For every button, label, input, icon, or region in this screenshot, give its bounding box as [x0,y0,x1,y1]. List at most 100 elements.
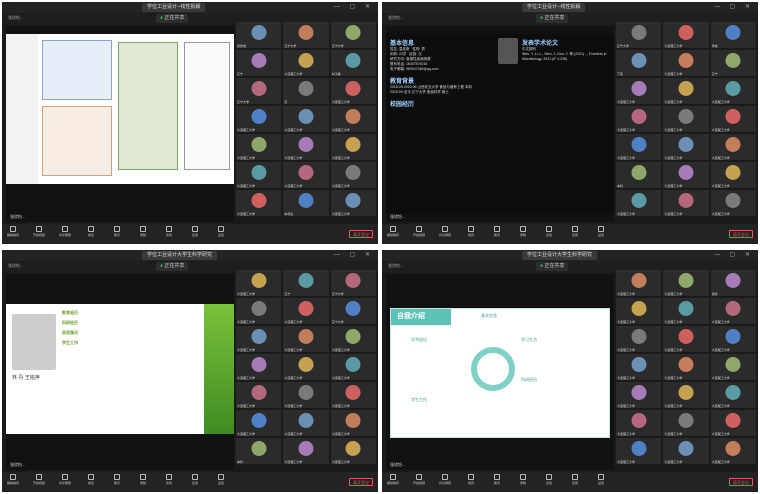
share-status[interactable]: ● 正在共享 [536,14,569,23]
toolbar-button[interactable]: 应用 [188,474,202,485]
participant-tile[interactable]: 大连理工大学 [616,106,662,132]
participant-tile[interactable]: 辽宁 [710,50,756,76]
toolbar-button[interactable]: 成员 [464,226,478,237]
toolbar-button[interactable]: 表情 [542,226,556,237]
participant-tile[interactable]: 大连理工大学 [663,382,709,408]
participant-tile[interactable]: 大连理工大学 [663,134,709,160]
toolbar-button[interactable]: 开启视频 [32,226,46,237]
participant-tile[interactable]: 丁佳 [616,50,662,76]
toolbar-button[interactable]: 设置 [594,474,608,485]
participant-tile[interactable]: 大连理工大学 [330,106,376,132]
participant-tile[interactable]: 大连理工大学 [710,410,756,436]
participant-tile[interactable]: 大连理工大学 [330,410,376,436]
participant-tile[interactable]: 大连理工大学 [710,134,756,160]
toolbar-button[interactable]: 解除静音 [386,474,400,485]
participant-tile[interactable]: 大连理工大学 [330,78,376,104]
toolbar-button[interactable]: 成员 [84,474,98,485]
share-status[interactable]: ● 正在共享 [156,262,189,271]
participant-tile[interactable]: 大连理工大学 [663,410,709,436]
toolbar-button[interactable]: 成员 [464,474,478,485]
leave-meeting-button[interactable]: 离开会议 [349,478,373,486]
toolbar-button[interactable]: 共享屏幕 [58,226,72,237]
participant-tile[interactable]: 大连理工大学 [710,326,756,352]
participant-tile[interactable]: 辽宁大学 [616,22,662,48]
participant-tile[interactable]: 大连理工大学 [236,410,282,436]
participant-tile[interactable]: 大连理工大学 [663,326,709,352]
participant-tile[interactable]: 大连理工大学 [710,78,756,104]
participant-tile[interactable]: 大连理工大学 [330,354,376,380]
toolbar-button[interactable]: 聊天 [110,226,124,237]
meeting-id[interactable]: 学位工业设计大学生科学研究 [142,251,218,260]
participant-tile[interactable]: 辽宁大学 [236,78,282,104]
participant-tile[interactable]: 本科生 [283,190,329,216]
toolbar-button[interactable]: 应用 [188,226,202,237]
toolbar-button[interactable]: 表情 [542,474,556,485]
participant-tile[interactable]: 大连理工大学 [330,162,376,188]
participant-tile[interactable]: 大连理工大学 [616,134,662,160]
window-controls[interactable]: — ▢ ✕ [714,251,754,258]
participant-tile[interactable]: 大连理工大学 [710,162,756,188]
toolbar-button[interactable]: 解除静音 [6,474,20,485]
participant-tile[interactable]: 大连理工大学 [236,298,282,324]
toolbar-button[interactable]: 共享屏幕 [58,474,72,485]
participant-tile[interactable]: 辽宁 [283,270,329,296]
participant-tile[interactable]: 大连理工大学 [616,410,662,436]
participant-tile[interactable]: 大连理工大学 [663,270,709,296]
participant-tile[interactable]: 大连理工大学 [283,106,329,132]
participant-tile[interactable]: 大连理工大学 [236,190,282,216]
toolbar-button[interactable]: 表情 [162,474,176,485]
participant-tile[interactable]: 辽宁大学 [330,270,376,296]
participant-tile[interactable]: 大连理工大学 [283,134,329,160]
participant-tile[interactable]: 大连理工大学 [283,326,329,352]
participant-tile[interactable]: 大连理工大学 [236,134,282,160]
participant-tile[interactable]: 大连理工大学 [283,50,329,76]
participant-tile[interactable]: 辽宁大学 [283,22,329,48]
meeting-id[interactable]: 学位工业设计--线性拆解 [142,3,206,12]
toolbar-button[interactable]: 开启视频 [412,226,426,237]
toolbar-button[interactable]: 设置 [214,226,228,237]
participant-tile[interactable]: 大连理工大学 [663,78,709,104]
participant-tile[interactable]: 大连理工大学 [663,354,709,380]
participant-tile[interactable]: 辽宁大学 [330,22,376,48]
toolbar-button[interactable]: 共享屏幕 [438,226,452,237]
toolbar-button[interactable]: 录制 [136,474,150,485]
toolbar-button[interactable]: 应用 [568,474,582,485]
participant-tile[interactable]: 大连理工大学 [616,326,662,352]
window-controls[interactable]: — ▢ ✕ [334,3,374,10]
participant-tile[interactable]: 大连理工大学 [330,190,376,216]
meeting-id[interactable]: 学位工业设计--线性拆解 [522,3,586,12]
toolbar-button[interactable]: 开启视频 [32,474,46,485]
participant-tile[interactable]: 大连理工大学 [236,162,282,188]
participant-tile[interactable]: 大连理工大学 [236,270,282,296]
participant-tile[interactable]: 辽宁大学 [330,298,376,324]
participant-tile[interactable]: 大连理工大学 [236,106,282,132]
toolbar-button[interactable]: 解除静音 [6,226,20,237]
participant-tile[interactable]: 大连理工大学 [283,438,329,464]
share-status[interactable]: ● 正在共享 [156,14,189,23]
participant-tile[interactable]: 大连理工大学 [663,162,709,188]
meeting-id[interactable]: 学位工业设计大学生科学研究 [522,251,598,260]
participant-tile[interactable]: 大连理工大学 [616,354,662,380]
participant-tile[interactable]: 大连理工大学 [663,190,709,216]
toolbar-button[interactable]: 录制 [136,226,150,237]
participant-tile[interactable]: 大连理工大学 [663,298,709,324]
leave-meeting-button[interactable]: 离开会议 [729,478,753,486]
leave-meeting-button[interactable]: 离开会议 [349,230,373,238]
participant-tile[interactable]: 大连理工大学 [710,190,756,216]
participant-tile[interactable]: 大连理工大学 [236,354,282,380]
participant-tile[interactable]: 大连理工大学 [330,326,376,352]
toolbar-button[interactable]: 应用 [568,226,582,237]
toolbar-button[interactable]: 聊天 [490,226,504,237]
participant-tile[interactable]: 大连理工大学 [616,190,662,216]
participant-tile[interactable]: 大连理工大学 [330,134,376,160]
participant-tile[interactable]: 大连理工大学 [616,298,662,324]
toolbar-button[interactable]: 开启视频 [412,474,426,485]
participant-tile[interactable]: 大连理工大学 [663,438,709,464]
participant-tile[interactable]: 大连理工大学 [663,106,709,132]
participant-tile[interactable]: 大连理工大学 [710,106,756,132]
participant-tile[interactable]: 大连理工大学 [283,410,329,436]
toolbar-button[interactable]: 设置 [214,474,228,485]
participant-tile[interactable]: 大连理工大学 [663,22,709,48]
toolbar-button[interactable]: 解除静音 [386,226,400,237]
participant-tile[interactable]: 大连理工大学 [283,162,329,188]
